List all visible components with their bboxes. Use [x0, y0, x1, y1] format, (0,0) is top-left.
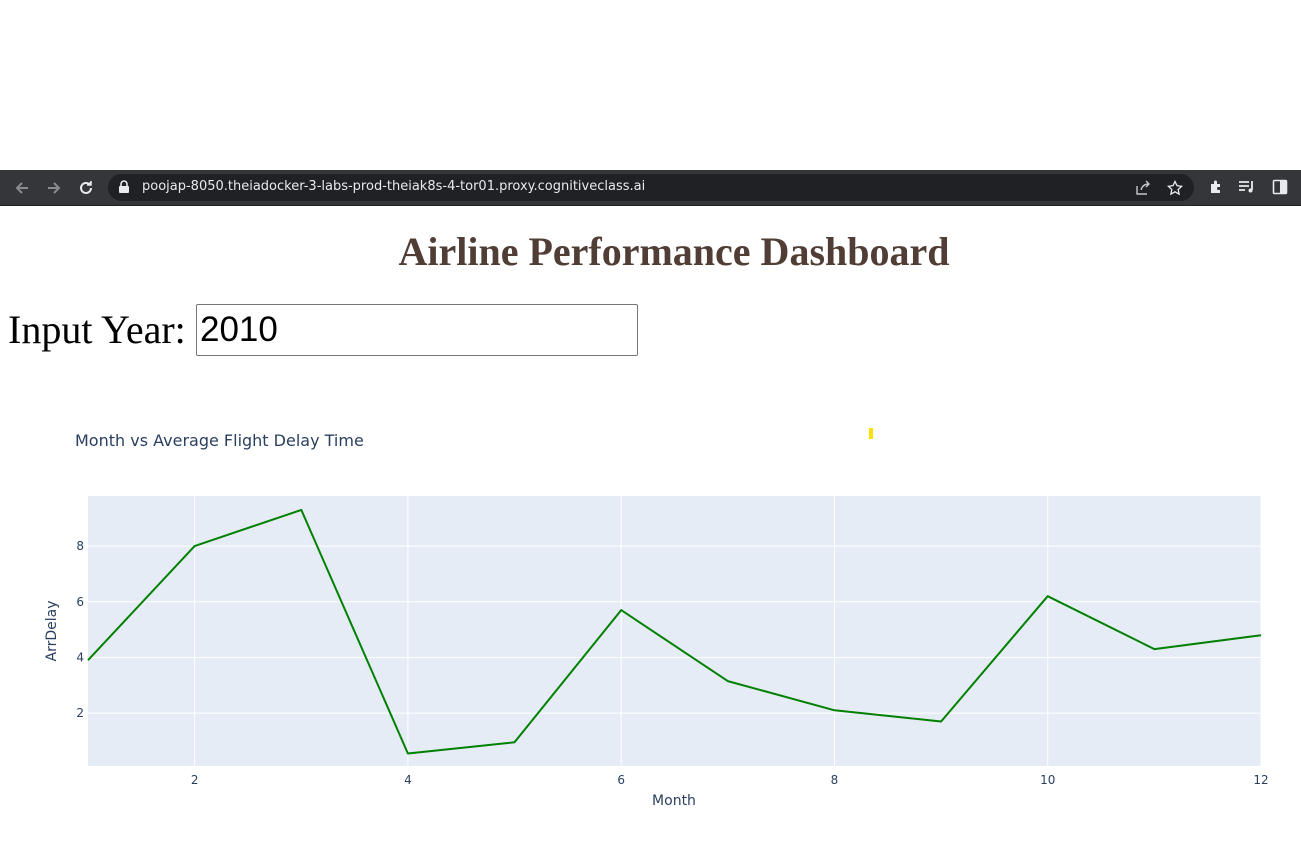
forward-arrow-icon[interactable]: [42, 176, 66, 200]
y-tick-label: 6: [76, 595, 84, 609]
y-tick-label: 8: [76, 539, 84, 553]
y-tick-label: 4: [76, 650, 84, 664]
chart-title: Month vs Average Flight Delay Time: [75, 431, 364, 450]
browser-toolbar: poojap-8050.theiadocker-3-labs-prod-thei…: [0, 170, 1301, 206]
address-bar[interactable]: poojap-8050.theiadocker-3-labs-prod-thei…: [108, 174, 1194, 201]
extensions-icon[interactable]: [1206, 177, 1226, 197]
share-icon[interactable]: [1134, 179, 1152, 197]
side-panel-icon[interactable]: [1270, 177, 1290, 197]
x-tick-label: 6: [617, 773, 625, 787]
x-tick-label: 10: [1040, 773, 1055, 787]
x-tick-label: 8: [831, 773, 839, 787]
input-year-label: Input Year:: [8, 307, 186, 352]
x-tick-label: 4: [404, 773, 412, 787]
delay-line-chart: Month vs Average Flight Delay Time 2 4 6 8 1…: [44, 431, 1269, 809]
lock-icon[interactable]: [118, 180, 132, 194]
x-tick-label: 12: [1253, 773, 1268, 787]
y-axis-label: ArrDelay: [44, 601, 60, 662]
url-text[interactable]: poojap-8050.theiadocker-3-labs-prod-thei…: [142, 179, 645, 194]
x-axis-label: Month: [652, 793, 696, 809]
y-tick-label: 2: [76, 706, 84, 720]
reading-list-icon[interactable]: [1237, 177, 1257, 197]
page-title: Airline Performance Dashboard: [398, 229, 950, 274]
reload-icon[interactable]: [74, 176, 98, 200]
plot-area: [88, 496, 1261, 766]
x-tick-label: 2: [191, 773, 199, 787]
input-year-field[interactable]: [196, 304, 638, 356]
back-arrow-icon[interactable]: [10, 176, 34, 200]
bookmark-star-icon[interactable]: [1166, 179, 1184, 197]
